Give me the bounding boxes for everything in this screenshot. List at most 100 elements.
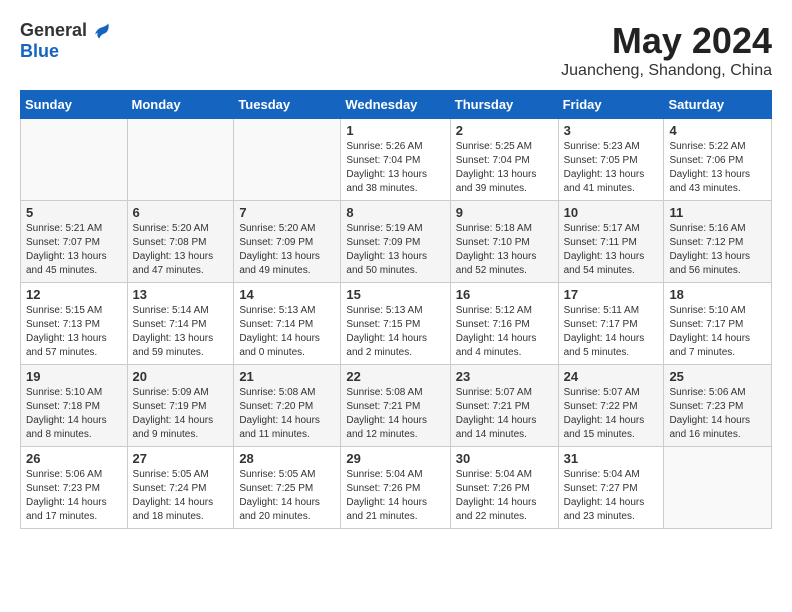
table-row xyxy=(21,119,128,201)
table-row: 17 Sunrise: 5:11 AM Sunset: 7:17 PM Dayli… xyxy=(558,283,664,365)
table-row xyxy=(234,119,341,201)
day-info: Sunrise: 5:17 AM Sunset: 7:11 PM Dayligh… xyxy=(564,222,659,278)
day-info: Sunrise: 5:18 AM Sunset: 7:10 PM Dayligh… xyxy=(456,222,553,278)
day-number: 30 xyxy=(456,451,553,466)
header-thursday: Thursday xyxy=(450,91,558,119)
table-row: 12 Sunrise: 5:15 AM Sunset: 7:13 PM Dayli… xyxy=(21,283,128,365)
day-number: 19 xyxy=(26,369,122,384)
table-row: 5Sunrise: 5:21 AM Sunset: 7:07 PM Daylig… xyxy=(21,201,128,283)
table-row: 2 Sunrise: 5:25 AM Sunset: 7:04 PM Daylig… xyxy=(450,119,558,201)
day-info: Sunrise: 5:11 AM Sunset: 7:17 PM Dayligh… xyxy=(564,304,659,360)
page-header: General Blue May 2024 Juancheng, Shandon… xyxy=(20,20,772,80)
day-info: Sunrise: 5:25 AM Sunset: 7:04 PM Dayligh… xyxy=(456,140,553,196)
day-info: Sunrise: 5:04 AM Sunset: 7:26 PM Dayligh… xyxy=(346,468,444,524)
day-number: 23 xyxy=(456,369,553,384)
day-number: 7 xyxy=(239,205,335,220)
day-number: 1 xyxy=(346,123,444,138)
day-info: Sunrise: 5:16 AM Sunset: 7:12 PM Dayligh… xyxy=(669,222,766,278)
day-number: 28 xyxy=(239,451,335,466)
day-info: Sunrise: 5:06 AM Sunset: 7:23 PM Dayligh… xyxy=(26,468,122,524)
calendar-week-row: 19 Sunrise: 5:10 AM Sunset: 7:18 PM Dayli… xyxy=(21,365,772,447)
day-info: Sunrise: 5:10 AM Sunset: 7:18 PM Dayligh… xyxy=(26,386,122,442)
table-row: 30 Sunrise: 5:04 AM Sunset: 7:26 PM Dayli… xyxy=(450,447,558,529)
day-number: 20 xyxy=(133,369,229,384)
table-row: 15 Sunrise: 5:13 AM Sunset: 7:15 PM Dayli… xyxy=(341,283,450,365)
table-row: 18 Sunrise: 5:10 AM Sunset: 7:17 PM Dayli… xyxy=(664,283,772,365)
day-number: 17 xyxy=(564,287,659,302)
day-number: 4 xyxy=(669,123,766,138)
title-section: May 2024 Juancheng, Shandong, China xyxy=(561,20,772,80)
table-row: 1Sunrise: 5:26 AM Sunset: 7:04 PM Daylig… xyxy=(341,119,450,201)
calendar-week-row: 5Sunrise: 5:21 AM Sunset: 7:07 PM Daylig… xyxy=(21,201,772,283)
day-info: Sunrise: 5:13 AM Sunset: 7:14 PM Dayligh… xyxy=(239,304,335,360)
calendar-week-row: 1Sunrise: 5:26 AM Sunset: 7:04 PM Daylig… xyxy=(21,119,772,201)
table-row: 27 Sunrise: 5:05 AM Sunset: 7:24 PM Dayli… xyxy=(127,447,234,529)
day-number: 12 xyxy=(26,287,122,302)
day-number: 9 xyxy=(456,205,553,220)
day-info: Sunrise: 5:08 AM Sunset: 7:21 PM Dayligh… xyxy=(346,386,444,442)
table-row: 11 Sunrise: 5:16 AM Sunset: 7:12 PM Dayli… xyxy=(664,201,772,283)
header-saturday: Saturday xyxy=(664,91,772,119)
logo-blue-text: Blue xyxy=(20,41,59,62)
day-number: 25 xyxy=(669,369,766,384)
day-number: 2 xyxy=(456,123,553,138)
logo-bird-icon xyxy=(91,21,111,41)
day-info: Sunrise: 5:04 AM Sunset: 7:27 PM Dayligh… xyxy=(564,468,659,524)
day-info: Sunrise: 5:07 AM Sunset: 7:22 PM Dayligh… xyxy=(564,386,659,442)
day-info: Sunrise: 5:20 AM Sunset: 7:08 PM Dayligh… xyxy=(133,222,229,278)
day-info: Sunrise: 5:05 AM Sunset: 7:25 PM Dayligh… xyxy=(239,468,335,524)
location-subtitle: Juancheng, Shandong, China xyxy=(561,62,772,80)
day-number: 31 xyxy=(564,451,659,466)
table-row: 22 Sunrise: 5:08 AM Sunset: 7:21 PM Dayli… xyxy=(341,365,450,447)
table-row xyxy=(664,447,772,529)
day-number: 22 xyxy=(346,369,444,384)
day-number: 18 xyxy=(669,287,766,302)
day-number: 26 xyxy=(26,451,122,466)
day-info: Sunrise: 5:22 AM Sunset: 7:06 PM Dayligh… xyxy=(669,140,766,196)
day-info: Sunrise: 5:09 AM Sunset: 7:19 PM Dayligh… xyxy=(133,386,229,442)
calendar-header-row: Sunday Monday Tuesday Wednesday Thursday… xyxy=(21,91,772,119)
header-wednesday: Wednesday xyxy=(341,91,450,119)
day-number: 6 xyxy=(133,205,229,220)
day-info: Sunrise: 5:20 AM Sunset: 7:09 PM Dayligh… xyxy=(239,222,335,278)
table-row: 29 Sunrise: 5:04 AM Sunset: 7:26 PM Dayli… xyxy=(341,447,450,529)
table-row: 23Sunrise: 5:07 AM Sunset: 7:21 PM Dayli… xyxy=(450,365,558,447)
day-info: Sunrise: 5:23 AM Sunset: 7:05 PM Dayligh… xyxy=(564,140,659,196)
table-row: 10 Sunrise: 5:17 AM Sunset: 7:11 PM Dayli… xyxy=(558,201,664,283)
table-row: 16Sunrise: 5:12 AM Sunset: 7:16 PM Dayli… xyxy=(450,283,558,365)
table-row: 21Sunrise: 5:08 AM Sunset: 7:20 PM Dayli… xyxy=(234,365,341,447)
table-row: 7 Sunrise: 5:20 AM Sunset: 7:09 PM Daylig… xyxy=(234,201,341,283)
day-info: Sunrise: 5:19 AM Sunset: 7:09 PM Dayligh… xyxy=(346,222,444,278)
day-number: 11 xyxy=(669,205,766,220)
table-row: 13Sunrise: 5:14 AM Sunset: 7:14 PM Dayli… xyxy=(127,283,234,365)
header-tuesday: Tuesday xyxy=(234,91,341,119)
header-sunday: Sunday xyxy=(21,91,128,119)
day-number: 8 xyxy=(346,205,444,220)
table-row: 3 Sunrise: 5:23 AM Sunset: 7:05 PM Daylig… xyxy=(558,119,664,201)
day-number: 16 xyxy=(456,287,553,302)
day-info: Sunrise: 5:10 AM Sunset: 7:17 PM Dayligh… xyxy=(669,304,766,360)
day-info: Sunrise: 5:15 AM Sunset: 7:13 PM Dayligh… xyxy=(26,304,122,360)
table-row: 20 Sunrise: 5:09 AM Sunset: 7:19 PM Dayli… xyxy=(127,365,234,447)
header-monday: Monday xyxy=(127,91,234,119)
logo: General Blue xyxy=(20,20,111,62)
day-number: 10 xyxy=(564,205,659,220)
header-friday: Friday xyxy=(558,91,664,119)
table-row: 8 Sunrise: 5:19 AM Sunset: 7:09 PM Daylig… xyxy=(341,201,450,283)
day-info: Sunrise: 5:04 AM Sunset: 7:26 PM Dayligh… xyxy=(456,468,553,524)
table-row xyxy=(127,119,234,201)
day-info: Sunrise: 5:13 AM Sunset: 7:15 PM Dayligh… xyxy=(346,304,444,360)
day-number: 3 xyxy=(564,123,659,138)
month-year-title: May 2024 xyxy=(561,20,772,62)
table-row: 26 Sunrise: 5:06 AM Sunset: 7:23 PM Dayli… xyxy=(21,447,128,529)
day-number: 29 xyxy=(346,451,444,466)
table-row: 31 Sunrise: 5:04 AM Sunset: 7:27 PM Dayli… xyxy=(558,447,664,529)
day-info: Sunrise: 5:21 AM Sunset: 7:07 PM Dayligh… xyxy=(26,222,122,278)
table-row: 25Sunrise: 5:06 AM Sunset: 7:23 PM Dayli… xyxy=(664,365,772,447)
day-number: 15 xyxy=(346,287,444,302)
calendar-week-row: 12 Sunrise: 5:15 AM Sunset: 7:13 PM Dayli… xyxy=(21,283,772,365)
day-info: Sunrise: 5:05 AM Sunset: 7:24 PM Dayligh… xyxy=(133,468,229,524)
table-row: 4 Sunrise: 5:22 AM Sunset: 7:06 PM Daylig… xyxy=(664,119,772,201)
day-number: 27 xyxy=(133,451,229,466)
day-info: Sunrise: 5:14 AM Sunset: 7:14 PM Dayligh… xyxy=(133,304,229,360)
